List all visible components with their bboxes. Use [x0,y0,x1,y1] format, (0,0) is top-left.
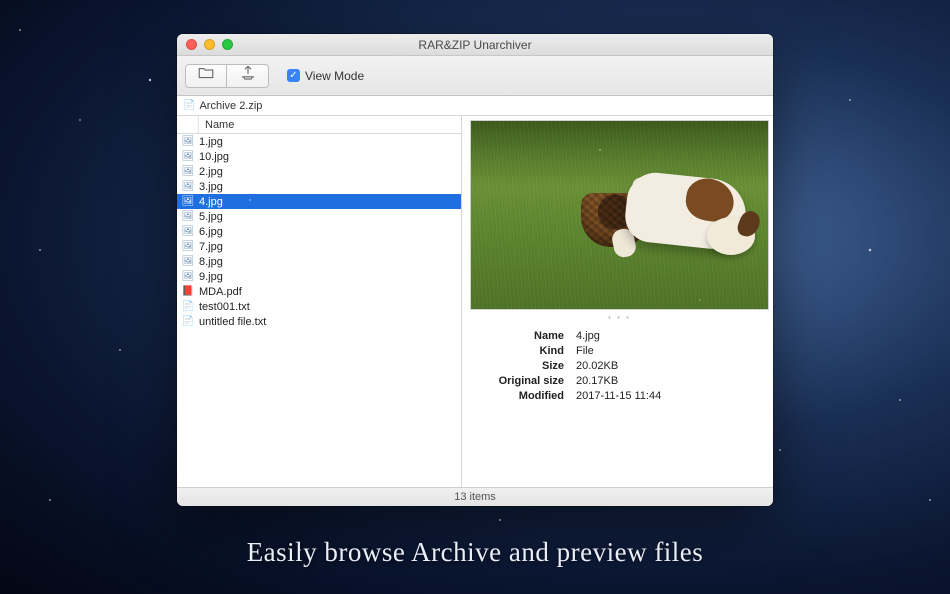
image-file-icon: 🖼 [181,151,195,162]
extract-button[interactable] [227,64,269,88]
text-file-icon: 📄 [181,301,195,312]
folder-icon [197,64,215,87]
file-row[interactable]: 🖼 3.jpg [177,179,461,194]
column-header-row: Name [177,116,461,134]
breadcrumb-archive-name: Archive 2.zip [199,100,262,112]
view-mode-checkbox[interactable]: View Mode [287,69,364,83]
file-row[interactable]: 📕 MDA.pdf [177,284,461,299]
file-row[interactable]: 🖼 7.jpg [177,239,461,254]
checkbox-checked-icon [287,69,300,82]
file-name: 1.jpg [199,136,223,148]
image-file-icon: 🖼 [181,211,195,222]
file-name: 5.jpg [199,211,223,223]
preview-image[interactable] [471,121,768,309]
file-name: test001.txt [199,301,250,313]
file-name: untitled file.txt [199,316,266,328]
status-bar: 13 items [177,487,773,506]
file-row[interactable]: 🖼 10.jpg [177,149,461,164]
file-name: 3.jpg [199,181,223,193]
image-file-icon: 🖼 [181,271,195,282]
text-file-icon: 📄 [181,316,195,327]
image-file-icon: 🖼 [181,226,195,237]
image-file-icon: 🖼 [181,136,195,147]
desktop-background: RAR&ZIP Unarchiver View Mode 📄 Archive 2… [0,0,950,594]
image-file-icon: 🖼 [181,166,195,177]
file-row[interactable]: 🖼 5.jpg [177,209,461,224]
file-row[interactable]: 🖼 6.jpg [177,224,461,239]
file-name: 7.jpg [199,241,223,253]
file-row[interactable]: 🖼 1.jpg [177,134,461,149]
column-header-icon[interactable] [177,116,199,133]
promo-caption: Easily browse Archive and preview files [0,537,950,568]
minimize-button[interactable] [204,39,215,50]
file-name: 2.jpg [199,166,223,178]
detail-label-kind: Kind [480,343,570,358]
file-list-panel: Name 🖼 1.jpg 🖼 10.jpg 🖼 2.jpg 🖼 3.jpg 🖼 4.jpg 🖼 5.j… [177,116,462,487]
image-file-icon: 🖼 [181,256,195,267]
detail-value-size: 20.02KB [570,358,667,373]
image-file-icon: 🖼 [181,196,195,207]
status-text: 13 items [454,491,496,503]
titlebar[interactable]: RAR&ZIP Unarchiver [177,34,773,56]
column-header-name[interactable]: Name [199,116,461,133]
breadcrumb[interactable]: 📄 Archive 2.zip [177,96,773,116]
open-button[interactable] [185,64,227,88]
file-name: 6.jpg [199,226,223,238]
archive-icon: 📄 [183,100,195,111]
file-row[interactable]: 🖼 2.jpg [177,164,461,179]
detail-label-original-size: Original size [480,373,570,388]
preview-image-frame [470,120,769,310]
preview-panel: • • • Name 4.jpg Kind File Size 20.02KB … [462,116,773,487]
zoom-button[interactable] [222,39,233,50]
file-name: 4.jpg [199,196,223,208]
app-window: RAR&ZIP Unarchiver View Mode 📄 Archive 2… [177,34,773,506]
file-row[interactable]: 🖼 8.jpg [177,254,461,269]
file-name: 10.jpg [199,151,229,163]
image-file-icon: 🖼 [181,181,195,192]
detail-label-size: Size [480,358,570,373]
detail-value-name: 4.jpg [570,328,667,343]
file-row[interactable]: 🖼 9.jpg [177,269,461,284]
pdf-file-icon: 📕 [181,286,195,297]
view-mode-label: View Mode [305,69,364,83]
window-title: RAR&ZIP Unarchiver [177,38,773,52]
image-file-icon: 🖼 [181,241,195,252]
window-controls [177,39,233,50]
file-name: 8.jpg [199,256,223,268]
close-button[interactable] [186,39,197,50]
file-rows: 🖼 1.jpg 🖼 10.jpg 🖼 2.jpg 🖼 3.jpg 🖼 4.jpg 🖼 5.jpg 🖼 6.… [177,134,461,487]
file-row[interactable]: 🖼 4.jpg [177,194,461,209]
file-name: MDA.pdf [199,286,242,298]
detail-label-name: Name [480,328,570,343]
extract-icon [239,64,257,87]
file-details: Name 4.jpg Kind File Size 20.02KB Origin… [468,320,771,487]
file-row[interactable]: 📄 untitled file.txt [177,314,461,329]
detail-label-modified: Modified [480,388,570,403]
toolbar: View Mode [177,56,773,96]
content-area: Name 🖼 1.jpg 🖼 10.jpg 🖼 2.jpg 🖼 3.jpg 🖼 4.jpg 🖼 5.j… [177,116,773,487]
detail-value-original-size: 20.17KB [570,373,667,388]
file-row[interactable]: 📄 test001.txt [177,299,461,314]
detail-value-kind: File [570,343,667,358]
file-name: 9.jpg [199,271,223,283]
detail-value-modified: 2017-11-15 11:44 [570,388,667,403]
